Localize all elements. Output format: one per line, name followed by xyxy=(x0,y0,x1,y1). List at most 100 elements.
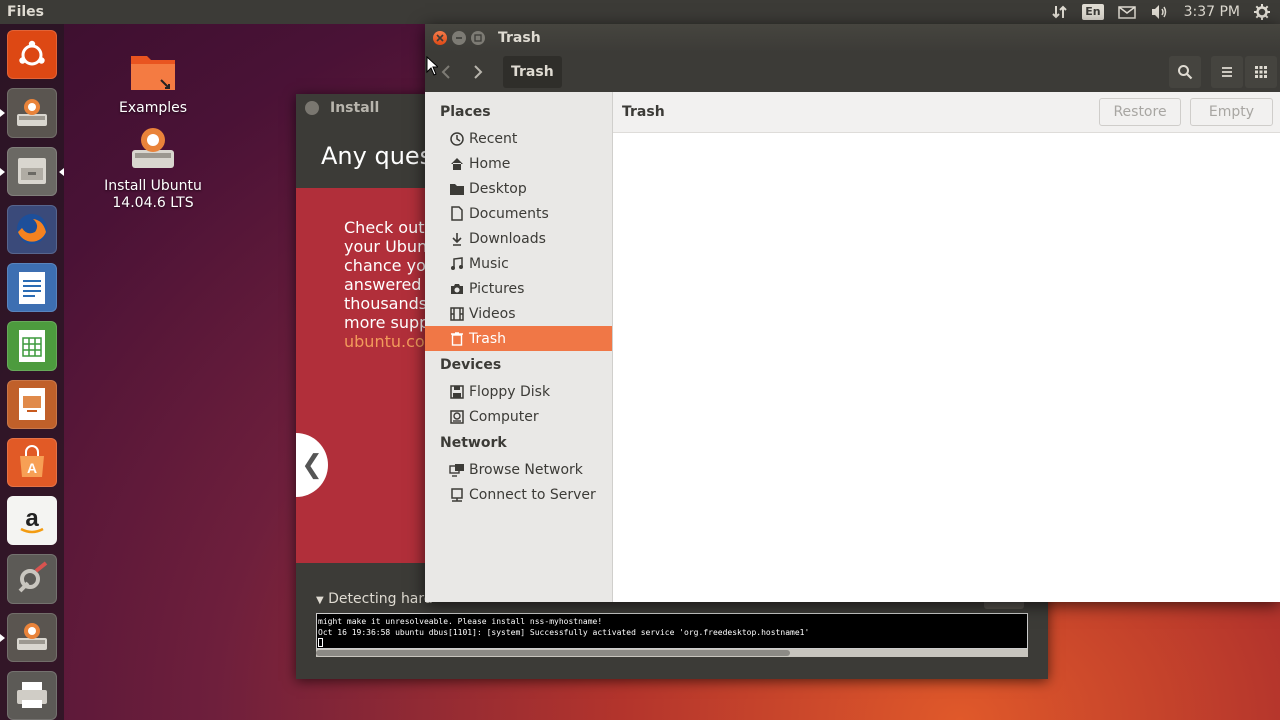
download-icon xyxy=(449,231,465,247)
home-icon xyxy=(449,156,465,172)
installer-title: Install xyxy=(330,100,380,116)
sidebar-item-label: Computer xyxy=(469,408,539,425)
sidebar-header-network: Network xyxy=(440,434,507,451)
window-minimize-button[interactable] xyxy=(452,31,466,45)
files-window: Trash Trash Places Recent Home Desktop D… xyxy=(425,24,1280,602)
server-icon xyxy=(449,487,465,503)
clock[interactable]: 3:37 PM xyxy=(1184,0,1240,24)
slide-previous-button[interactable]: ❮ xyxy=(296,433,328,497)
maximize-icon xyxy=(474,34,482,42)
files-launcher[interactable] xyxy=(0,146,64,196)
slide-line: Check out a xyxy=(344,218,426,237)
spreadsheet-calc-icon xyxy=(19,329,45,362)
sidebar-item-computer[interactable]: Computer xyxy=(425,404,612,429)
chevron-right-icon xyxy=(474,65,483,79)
slide-link[interactable]: ubuntu.com xyxy=(344,332,426,351)
software-center-launcher[interactable]: A xyxy=(7,437,57,487)
sidebar-item-label: Pictures xyxy=(469,280,525,297)
amazon-icon: a xyxy=(20,505,44,533)
sidebar-item-music[interactable]: Music xyxy=(425,251,612,276)
installer-icon xyxy=(132,128,174,168)
install-ubuntu-running-launcher[interactable] xyxy=(0,612,57,662)
running-indicator xyxy=(0,109,5,118)
files-body: Places Recent Home Desktop Documents Dow… xyxy=(425,92,1280,602)
terminal-line: Oct 16 19:36:58 ubuntu dbus[1101]: [syst… xyxy=(318,628,810,637)
detecting-expander[interactable]: ▼ Detecting hard xyxy=(316,591,433,607)
calc-launcher[interactable] xyxy=(7,321,57,371)
sidebar-item-label: Connect to Server xyxy=(469,486,596,503)
installer-terminal: might make it unresolveable. Please inst… xyxy=(316,613,1028,649)
impress-launcher[interactable] xyxy=(7,379,57,429)
sidebar-item-recent[interactable]: Recent xyxy=(425,126,612,151)
sidebar-item-label: Music xyxy=(469,255,509,272)
detecting-label: Detecting hard xyxy=(328,591,433,607)
installer-close-button[interactable] xyxy=(305,101,319,115)
keyboard-layout-indicator[interactable]: En xyxy=(1082,0,1104,24)
sidebar-item-label: Recent xyxy=(469,130,518,147)
active-app-name: Files xyxy=(7,4,44,20)
close-icon xyxy=(436,34,444,42)
grid-view-button[interactable] xyxy=(1245,56,1277,88)
shopping-bag-icon: A xyxy=(20,445,44,478)
terminal-scrollbar[interactable] xyxy=(316,649,1028,657)
installer-icon xyxy=(17,98,47,126)
floppy-icon xyxy=(449,384,465,400)
sidebar-item-downloads[interactable]: Downloads xyxy=(425,226,612,251)
ubuntu-dash-button[interactable] xyxy=(7,30,57,80)
terminal-line: might make it unresolveable. Please inst… xyxy=(318,617,603,626)
document-writer-icon xyxy=(19,271,45,304)
printer-launcher[interactable] xyxy=(7,670,57,720)
search-icon xyxy=(1178,65,1193,80)
folder-icon xyxy=(449,181,465,197)
slide-line: answered a xyxy=(344,275,426,294)
scrollbar-thumb[interactable] xyxy=(316,650,790,656)
running-indicator xyxy=(0,633,5,642)
volume-icon[interactable] xyxy=(1150,0,1170,24)
printer-icon xyxy=(17,682,47,709)
sidebar-item-connect-to-server[interactable]: Connect to Server xyxy=(425,482,612,507)
files-titlebar[interactable]: Trash xyxy=(425,24,1280,52)
harddisk-icon xyxy=(449,409,465,425)
document-icon xyxy=(449,206,465,222)
sidebar-item-documents[interactable]: Documents xyxy=(425,201,612,226)
files-toolbar: Trash xyxy=(425,52,1280,92)
list-view-button[interactable] xyxy=(1211,56,1243,88)
sidebar-item-browse-network[interactable]: Browse Network xyxy=(425,457,612,482)
restore-button[interactable]: Restore xyxy=(1099,98,1181,126)
forward-button[interactable] xyxy=(463,58,493,86)
amazon-launcher[interactable]: a xyxy=(7,496,57,546)
settings-tools-icon xyxy=(18,561,48,593)
sidebar-item-pictures[interactable]: Pictures xyxy=(425,276,612,301)
gear-icon[interactable] xyxy=(1254,0,1270,24)
mail-icon[interactable] xyxy=(1117,0,1136,24)
window-title: Trash xyxy=(498,30,541,46)
music-icon xyxy=(449,256,465,272)
window-maximize-button[interactable] xyxy=(471,31,485,45)
network-icon xyxy=(449,462,465,478)
sidebar-item-videos[interactable]: Videos xyxy=(425,301,612,326)
sidebar-item-floppy-disk[interactable]: Floppy Disk xyxy=(425,379,612,404)
sidebar-item-home[interactable]: Home xyxy=(425,151,612,176)
installer-slide-text: Check out a your Ubunt chance you answer… xyxy=(344,218,426,351)
firefox-launcher[interactable] xyxy=(7,204,57,254)
triangle-down-icon: ▼ xyxy=(316,595,324,606)
empty-trash-button[interactable]: Empty xyxy=(1190,98,1273,126)
list-icon xyxy=(1222,67,1232,77)
window-close-button[interactable] xyxy=(433,31,447,45)
network-updown-icon[interactable] xyxy=(1052,0,1068,24)
files-content-area[interactable]: Trash Restore Empty xyxy=(613,92,1280,602)
sidebar-item-label: Home xyxy=(469,155,511,172)
terminal-cursor xyxy=(318,638,323,647)
sidebar-item-desktop[interactable]: Desktop xyxy=(425,176,612,201)
desktop-icon-install-ubuntu[interactable]: Install Ubuntu 14.04.6 LTS xyxy=(93,124,213,212)
chevron-left-icon xyxy=(441,65,450,79)
slide-line: thousands c xyxy=(344,294,426,313)
install-ubuntu-launcher[interactable] xyxy=(0,88,57,138)
path-bar-button[interactable]: Trash xyxy=(503,56,562,88)
minimize-icon xyxy=(456,37,462,39)
system-settings-launcher[interactable] xyxy=(7,554,57,604)
desktop-icon-examples[interactable]: Examples xyxy=(93,50,213,116)
search-button[interactable] xyxy=(1169,56,1201,88)
sidebar-item-trash[interactable]: Trash xyxy=(425,326,612,351)
writer-launcher[interactable] xyxy=(7,263,57,313)
